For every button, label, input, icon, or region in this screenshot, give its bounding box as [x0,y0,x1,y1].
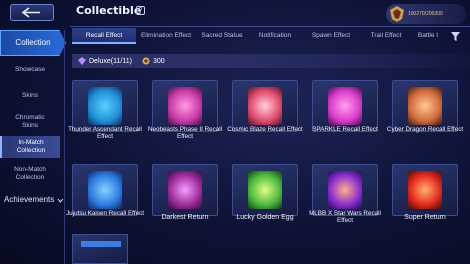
tab-spawn-effect[interactable]: Spawn Effect [302,28,360,44]
item-art [408,171,442,209]
sidebar: Collection Showcase Skins Chromatic Skin… [0,30,66,264]
tab-battle[interactable]: Battle I [412,28,444,44]
tab-bar: Recall Effect Elimination Effect Sacred … [72,28,444,44]
achievements-label: Achievements [4,195,55,204]
tab-notification[interactable]: Notification [248,28,302,44]
currency-amount: 190270/200300 [408,11,443,17]
page-title: Collectible [76,4,142,17]
item-art [88,87,122,125]
item-card[interactable]: Darkest Return [152,164,218,234]
sidebar-item-showcase[interactable]: Showcase [0,66,60,74]
sidebar-divider [64,30,65,264]
item-thumbnail [312,80,378,132]
item-thumbnail [312,164,378,216]
item-name: Lucky Golden Egg [236,214,294,221]
item-thumbnail [152,164,218,216]
sidebar-item-achievements[interactable]: Achievements [0,194,64,206]
header-divider [70,26,470,27]
item-thumbnail [72,80,138,132]
item-card[interactable]: Super Return [392,164,458,234]
section-count: 300 [152,57,165,65]
tab-elimination-effect[interactable]: Elimination Effect [136,28,196,44]
currency-display[interactable]: 190270/200300 [386,4,466,24]
sidebar-item-collection[interactable]: Collection [0,30,66,56]
sidebar-item-skins[interactable]: Skins [0,92,60,100]
item-name: SPARKLE Recall Effect [312,126,378,133]
item-art [168,171,202,209]
item-art [248,171,282,209]
back-arrow-icon [21,7,40,18]
item-card[interactable]: Cosmic Blaze Recall Effect [227,80,303,150]
item-card-partial[interactable] [72,234,128,264]
back-button[interactable] [10,4,54,21]
tab-sacred-statue[interactable]: Sacred Statue [196,28,248,44]
item-thumbnail [152,80,218,132]
item-name: Thunder Ascendant Recall Effect [68,126,142,140]
item-thumbnail [72,164,138,216]
item-art [248,87,282,125]
item-name: Darkest Return [161,214,209,221]
item-name: Neobeasts Phase II Recall Effect [147,126,223,140]
item-art [88,171,122,209]
item-art [328,171,362,209]
item-thumbnail [232,164,298,216]
item-card[interactable]: Lucky Golden Egg [232,164,298,234]
item-name: Cosmic Blaze Recall Effect [227,126,303,133]
item-thumbnail [232,80,298,132]
sidebar-item-in-match-collection[interactable]: In-Match Collection [0,136,60,158]
sidebar-item-non-match-collection[interactable]: Non-Match Collection [0,166,60,182]
gem-icon [78,57,86,65]
item-card[interactable]: Neobeasts Phase II Recall Effect [148,80,222,150]
sidebar-item-chromatic-skins[interactable]: Chromatic Skins [0,114,60,130]
emblem-icon [390,6,404,22]
tab-recall-effect[interactable]: Recall Effect [72,28,136,44]
item-name: Jujutsu Kaisen Recall Effect [66,210,144,217]
tab-trail-effect[interactable]: Trail Effect [360,28,412,44]
item-card[interactable]: Jujutsu Kaisen Recall Effect [66,164,144,234]
item-card[interactable]: MLBB X Star Wars Recall Effect [309,164,381,234]
info-icon[interactable]: ? [136,6,145,15]
chevron-down-icon [57,198,64,203]
item-thumbnail [392,80,458,132]
item-name: Super Return [404,214,446,221]
item-art [408,87,442,125]
item-thumbnail [392,164,458,216]
section-header: Deluxe(11/11) 300 [72,54,470,68]
item-card[interactable]: Cyber Dragon Recall Effect [387,80,463,150]
item-art [328,87,362,125]
item-card[interactable]: SPARKLE Recall Effect [312,80,378,150]
item-art [168,87,202,125]
item-name: MLBB X Star Wars Recall Effect [309,210,381,224]
points-icon [142,57,150,65]
item-card[interactable]: Thunder Ascendant Recall Effect [68,80,142,150]
section-label: Deluxe(11/11) [89,57,132,65]
item-name: Cyber Dragon Recall Effect [386,126,464,133]
filter-icon[interactable] [450,31,461,42]
